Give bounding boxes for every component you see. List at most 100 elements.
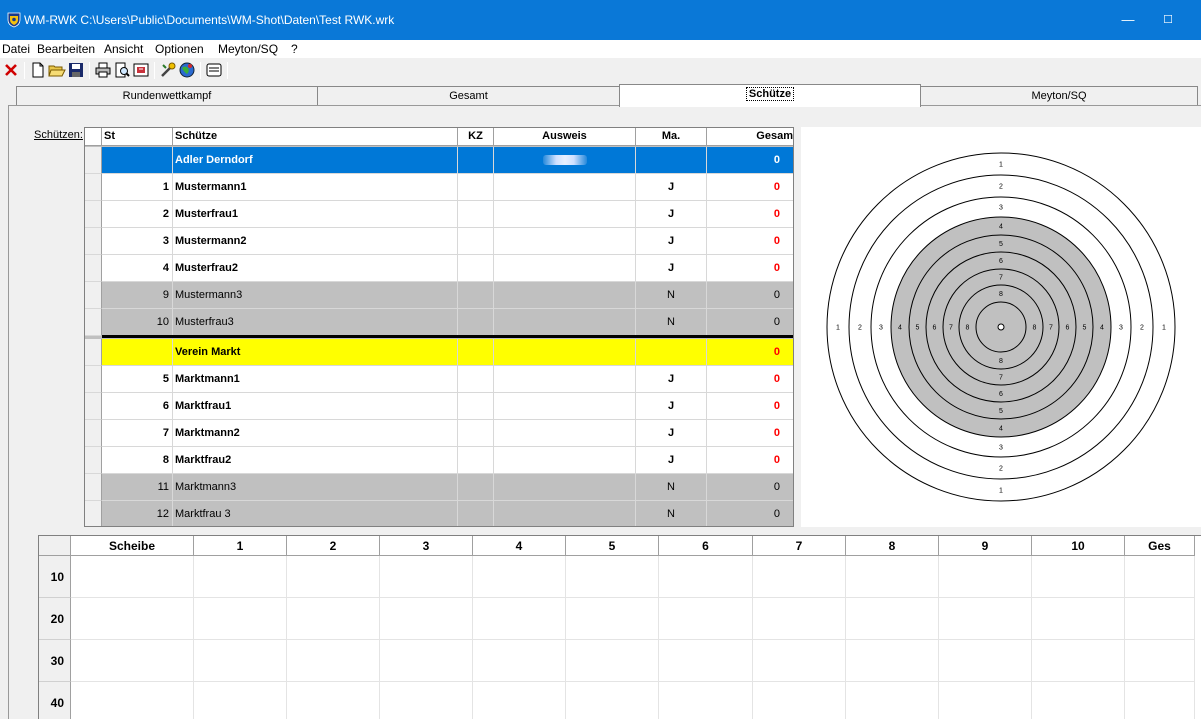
series-header[interactable]: 10 xyxy=(1032,536,1125,556)
print-icon[interactable] xyxy=(94,61,112,79)
header-ausweis[interactable]: Ausweis xyxy=(494,128,636,146)
series-cell[interactable] xyxy=(659,598,753,640)
series-cell[interactable] xyxy=(287,640,380,682)
header-st[interactable]: St xyxy=(102,128,173,146)
shooter-row[interactable]: 10Musterfrau3N0 xyxy=(85,309,794,336)
series-cell[interactable] xyxy=(194,640,287,682)
series-cell[interactable] xyxy=(380,556,473,598)
series-cell[interactable] xyxy=(380,640,473,682)
series-cell[interactable] xyxy=(71,682,194,719)
splitter-bar[interactable] xyxy=(38,527,1201,535)
series-cell[interactable] xyxy=(380,598,473,640)
shooter-grid[interactable]: St Schütze KZ Ausweis Ma. Gesam Adler De… xyxy=(84,127,794,527)
series-cell[interactable] xyxy=(566,556,659,598)
series-cell[interactable] xyxy=(939,640,1032,682)
series-cell[interactable] xyxy=(71,640,194,682)
shooter-row[interactable]: 2Musterfrau1J0 xyxy=(85,201,794,228)
series-cell[interactable] xyxy=(846,640,939,682)
close-icon[interactable] xyxy=(2,61,20,79)
series-grid[interactable]: Scheibe12345678910Ges10203040 xyxy=(38,535,1201,719)
list-icon[interactable] xyxy=(205,61,223,79)
series-cell[interactable] xyxy=(753,640,846,682)
shooter-row[interactable]: 7Marktmann2J0 xyxy=(85,420,794,447)
series-cell[interactable] xyxy=(1125,598,1195,640)
series-cell[interactable] xyxy=(846,556,939,598)
series-cell[interactable] xyxy=(287,556,380,598)
tab-meyton-sq[interactable]: Meyton/SQ xyxy=(920,86,1198,106)
series-header[interactable]: Ges xyxy=(1125,536,1195,556)
menu-bearbeiten[interactable]: Bearbeiten xyxy=(37,42,95,56)
series-cell[interactable] xyxy=(71,598,194,640)
series-cell[interactable] xyxy=(566,598,659,640)
maximize-button[interactable]: ☐ xyxy=(1145,0,1191,40)
shooter-row[interactable]: 12Marktfrau 3N0 xyxy=(85,501,794,527)
series-cell[interactable] xyxy=(753,682,846,719)
series-cell[interactable] xyxy=(659,682,753,719)
series-header[interactable]: Scheibe xyxy=(71,536,194,556)
shooter-row[interactable]: 6Marktfrau1J0 xyxy=(85,393,794,420)
shooter-row[interactable]: 9Mustermann3N0 xyxy=(85,282,794,309)
shooter-row[interactable]: 11Marktmann3N0 xyxy=(85,474,794,501)
team-row[interactable]: Verein Markt0 xyxy=(85,339,794,366)
series-cell[interactable] xyxy=(566,682,659,719)
series-header[interactable]: 3 xyxy=(380,536,473,556)
series-cell[interactable] xyxy=(846,598,939,640)
series-cell[interactable] xyxy=(1125,556,1195,598)
series-cell[interactable] xyxy=(1032,682,1125,719)
menu-meyton-sq[interactable]: Meyton/SQ xyxy=(218,42,278,56)
series-cell[interactable] xyxy=(380,682,473,719)
series-header[interactable]: 7 xyxy=(753,536,846,556)
new-file-icon[interactable] xyxy=(29,61,47,79)
series-cell[interactable] xyxy=(939,556,1032,598)
menu-help[interactable]: ? xyxy=(291,42,298,56)
globe-icon[interactable] xyxy=(178,61,196,79)
series-cell[interactable] xyxy=(287,682,380,719)
header-gesamt[interactable]: Gesam xyxy=(707,128,794,146)
settings-icon[interactable] xyxy=(159,61,177,79)
shooter-row[interactable]: 8Marktfrau2J0 xyxy=(85,447,794,474)
tab-gesamt[interactable]: Gesamt xyxy=(317,86,620,106)
menu-ansicht[interactable]: Ansicht xyxy=(104,42,143,56)
series-cell[interactable] xyxy=(939,598,1032,640)
export-icon[interactable] xyxy=(132,61,150,79)
series-cell[interactable] xyxy=(753,556,846,598)
series-cell[interactable] xyxy=(287,598,380,640)
shooter-row[interactable]: 4Musterfrau2J0 xyxy=(85,255,794,282)
series-header[interactable]: 6 xyxy=(659,536,753,556)
series-cell[interactable] xyxy=(939,682,1032,719)
team-row[interactable]: Adler Derndorf0 xyxy=(85,147,794,174)
series-header[interactable]: 1 xyxy=(194,536,287,556)
open-folder-icon[interactable] xyxy=(48,61,66,79)
series-cell[interactable] xyxy=(473,556,566,598)
series-cell[interactable] xyxy=(1125,640,1195,682)
series-cell[interactable] xyxy=(473,640,566,682)
series-header[interactable]: 9 xyxy=(939,536,1032,556)
header-schuetze[interactable]: Schütze xyxy=(173,128,458,146)
series-cell[interactable] xyxy=(473,598,566,640)
series-cell[interactable] xyxy=(473,682,566,719)
shooter-row[interactable]: 1Mustermann1J0 xyxy=(85,174,794,201)
series-cell[interactable] xyxy=(194,598,287,640)
menu-datei[interactable]: Datei xyxy=(2,42,30,56)
tab-rundenwettkampf[interactable]: Rundenwettkampf xyxy=(16,86,318,106)
save-icon[interactable] xyxy=(67,61,85,79)
series-header[interactable]: 5 xyxy=(566,536,659,556)
series-cell[interactable] xyxy=(1032,598,1125,640)
series-header[interactable]: 8 xyxy=(846,536,939,556)
series-cell[interactable] xyxy=(566,640,659,682)
series-cell[interactable] xyxy=(194,556,287,598)
series-cell[interactable] xyxy=(659,640,753,682)
series-cell[interactable] xyxy=(1125,682,1195,719)
series-header[interactable]: 2 xyxy=(287,536,380,556)
series-cell[interactable] xyxy=(194,682,287,719)
header-ma[interactable]: Ma. xyxy=(636,128,707,146)
menu-optionen[interactable]: Optionen xyxy=(155,42,204,56)
series-cell[interactable] xyxy=(846,682,939,719)
series-cell[interactable] xyxy=(659,556,753,598)
series-cell[interactable] xyxy=(1032,556,1125,598)
print-preview-icon[interactable] xyxy=(113,61,131,79)
series-cell[interactable] xyxy=(71,556,194,598)
tab-schuetze[interactable]: Schütze xyxy=(619,84,921,107)
header-kz[interactable]: KZ xyxy=(458,128,494,146)
shooter-row[interactable]: 5Marktmann1J0 xyxy=(85,366,794,393)
